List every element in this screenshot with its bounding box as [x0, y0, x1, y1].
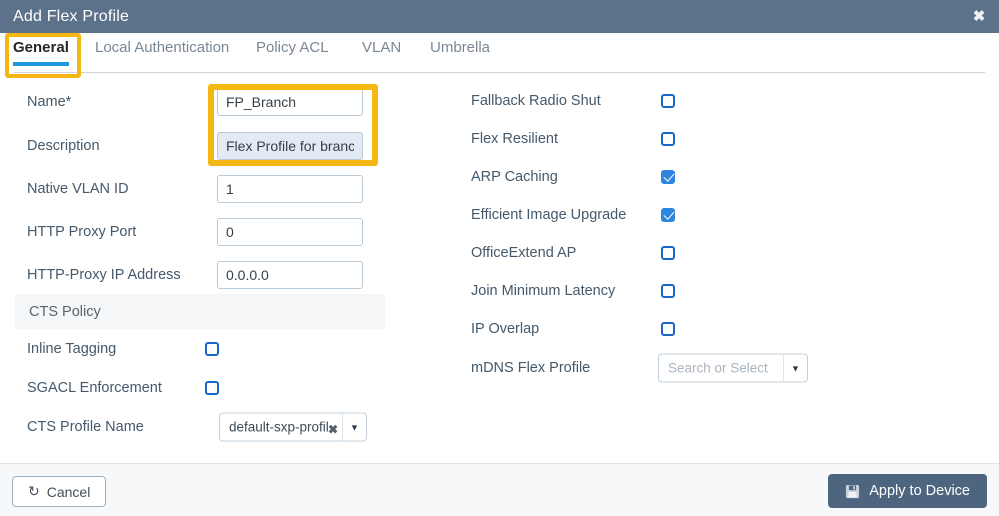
mdns-flex-profile-select[interactable]: Search or Select ▼ [658, 353, 808, 383]
efficient-image-upgrade-label: Efficient Image Upgrade [471, 207, 627, 223]
arp-caching-checkbox[interactable] [661, 170, 675, 184]
dialog-titlebar: Add Flex Profile ✖ [0, 0, 999, 33]
flex-resilient-label: Flex Resilient [471, 131, 559, 147]
dialog-footer: ↻ Cancel Apply to Device [0, 463, 999, 516]
field-row-inline-tagging: Inline Tagging [0, 330, 460, 368]
field-row-description: Description [0, 127, 460, 165]
fallback-radio-shut-checkbox[interactable] [661, 94, 675, 108]
tab-general[interactable]: General [13, 39, 69, 66]
close-icon[interactable]: ✖ [969, 7, 989, 27]
cancel-button[interactable]: ↻ Cancel [12, 476, 107, 507]
field-row-ip-overlap: IP Overlap [460, 310, 999, 348]
join-minimum-latency-label: Join Minimum Latency [471, 283, 616, 299]
field-row-cts-profile-name: CTS Profile Name default-sxp-profile ✖ ▼ [0, 408, 460, 446]
efficient-image-upgrade-checkbox[interactable] [661, 208, 675, 222]
cts-policy-section-header: CTS Policy [15, 294, 385, 329]
field-row-name: Name* [0, 83, 460, 121]
http-proxy-port-label: HTTP Proxy Port [27, 224, 137, 240]
flex-resilient-checkbox[interactable] [661, 132, 675, 146]
cts-profile-name-value: default-sxp-profile [229, 419, 328, 435]
inline-tagging-checkbox[interactable] [205, 342, 219, 356]
officeextend-ap-label: OfficeExtend AP [471, 245, 577, 261]
native-vlan-id-input[interactable] [217, 175, 363, 203]
apply-to-device-label: Apply to Device [869, 483, 970, 499]
cts-profile-name-label: CTS Profile Name [27, 419, 144, 435]
cts-policy-section-title: CTS Policy [29, 303, 101, 320]
tab-policy-acl-label: Policy ACL [256, 39, 329, 56]
tab-vlan-label: VLAN [362, 39, 402, 56]
field-row-officeextend-ap: OfficeExtend AP [460, 234, 999, 272]
mdns-flex-profile-label: mDNS Flex Profile [471, 360, 591, 376]
description-label: Description [27, 138, 100, 154]
dialog-title: Add Flex Profile [13, 7, 130, 25]
inline-tagging-label: Inline Tagging [27, 341, 117, 357]
cancel-button-label: Cancel [46, 483, 91, 500]
ip-overlap-label: IP Overlap [471, 321, 540, 337]
right-form-column: Fallback Radio Shut Flex Resilient ARP C… [460, 73, 999, 455]
clear-x-icon[interactable]: ✖ [328, 423, 342, 435]
tab-umbrella[interactable]: Umbrella [430, 39, 490, 56]
field-row-flex-resilient: Flex Resilient [460, 120, 999, 158]
http-proxy-port-input[interactable] [217, 218, 363, 246]
field-row-sgacl-enforcement: SGACL Enforcement [0, 369, 460, 407]
tab-general-label: General [13, 39, 69, 56]
description-input[interactable] [217, 132, 363, 160]
field-row-join-minimum-latency: Join Minimum Latency [460, 272, 999, 310]
ip-overlap-checkbox[interactable] [661, 322, 675, 336]
field-row-fallback-radio-shut: Fallback Radio Shut [460, 82, 999, 120]
arp-caching-label: ARP Caching [471, 169, 558, 185]
tab-local-authentication[interactable]: Local Authentication [95, 39, 229, 56]
field-row-arp-caching: ARP Caching [460, 158, 999, 196]
add-flex-profile-dialog: Add Flex Profile ✖ General Local Authent… [0, 0, 999, 516]
dialog-body: Name* Description Native VLAN ID HTTP Pr… [0, 73, 999, 455]
tab-policy-acl[interactable]: Policy ACL [256, 39, 329, 56]
cts-profile-name-select[interactable]: default-sxp-profile ✖ ▼ [219, 412, 367, 442]
chevron-down-icon[interactable]: ▼ [783, 354, 807, 382]
join-minimum-latency-checkbox[interactable] [661, 284, 675, 298]
http-proxy-ip-address-label: HTTP-Proxy IP Address [27, 267, 181, 283]
field-row-http-proxy-ip-address: HTTP-Proxy IP Address [0, 256, 460, 294]
fallback-radio-shut-label: Fallback Radio Shut [471, 93, 601, 109]
left-form-column: Name* Description Native VLAN ID HTTP Pr… [0, 73, 460, 455]
tab-active-underline [13, 62, 69, 66]
name-input[interactable] [217, 88, 363, 116]
http-proxy-ip-address-input[interactable] [217, 261, 363, 289]
tab-umbrella-label: Umbrella [430, 39, 491, 56]
tab-strip: General Local Authentication Policy ACL … [0, 33, 999, 73]
mdns-flex-profile-placeholder: Search or Select [668, 360, 768, 376]
field-row-http-proxy-port: HTTP Proxy Port [0, 213, 460, 251]
save-floppy-icon [845, 484, 860, 499]
native-vlan-id-label: Native VLAN ID [27, 181, 129, 197]
sgacl-enforcement-label: SGACL Enforcement [27, 380, 162, 396]
sgacl-enforcement-checkbox[interactable] [205, 381, 219, 395]
field-row-native-vlan-id: Native VLAN ID [0, 170, 460, 208]
tab-local-authentication-label: Local Authentication [95, 39, 230, 56]
tab-vlan[interactable]: VLAN [362, 39, 401, 56]
field-row-efficient-image-upgrade: Efficient Image Upgrade [460, 196, 999, 234]
chevron-down-icon[interactable]: ▼ [342, 413, 366, 441]
name-label: Name* [27, 94, 72, 110]
undo-icon: ↻ [28, 483, 40, 499]
officeextend-ap-checkbox[interactable] [661, 246, 675, 260]
apply-to-device-button[interactable]: Apply to Device [828, 474, 987, 508]
